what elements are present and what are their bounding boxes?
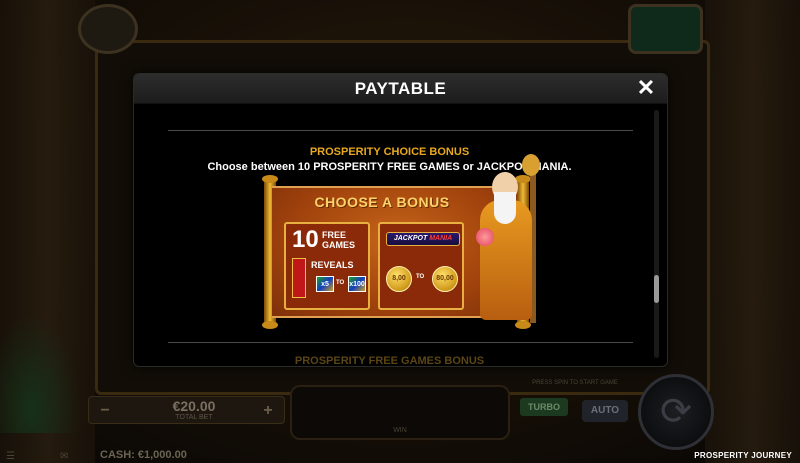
spin-button[interactable]: ⟳: [638, 374, 714, 450]
multiplier-to: TO: [336, 280, 345, 286]
multiplier-min: x5: [316, 276, 334, 292]
section-description: Choose between 10 PROSPERITY FREE GAMES …: [207, 161, 572, 173]
jackpot-mania-card: JACKPOT MANIA 8,00 TO 80,00: [378, 222, 464, 310]
bet-decrease-button[interactable]: −: [95, 401, 115, 421]
coin-to: TO: [416, 274, 425, 280]
menu-icon[interactable]: ☰: [6, 451, 15, 462]
bet-value: €20.00: [172, 398, 216, 414]
section-title: PROSPERITY CHOICE BONUS: [309, 146, 470, 158]
free-games-count: 10: [292, 226, 319, 253]
right-pillar: [705, 0, 800, 463]
peach-icon: [476, 228, 494, 246]
scrollbar-track[interactable]: [654, 110, 659, 358]
modal-header: PAYTABLE ✕: [134, 74, 667, 104]
jackpot-logo-a: JACKPOT: [393, 235, 428, 242]
jackpot-logo-b: MANIA: [429, 235, 453, 242]
game-name: PROSPERITY JOURNEY: [694, 451, 792, 460]
free-games-card: 10 FREE GAMES REVEALS x5 TO x100: [284, 222, 370, 310]
paytable-modal: PAYTABLE ✕ PROSPERITY CHOICE BONUS Choos…: [133, 73, 668, 367]
next-section-title: PROSPERITY FREE GAMES BONUS: [294, 355, 485, 367]
auto-button[interactable]: AUTO: [582, 400, 628, 422]
choose-bonus-title: CHOOSE A BONUS: [314, 194, 450, 210]
modal-title: PAYTABLE: [354, 79, 447, 98]
multiplier-max: x100: [348, 276, 366, 292]
jade-ornament-icon: [628, 4, 703, 54]
paytable-book-icon: [78, 4, 138, 54]
plant-decoration: [0, 313, 80, 433]
coin-max: 80,00: [432, 266, 458, 292]
scrollbar-thumb[interactable]: [654, 275, 659, 303]
divider: [168, 130, 633, 131]
lantern-icon: [292, 258, 306, 298]
turbo-button[interactable]: TURBO: [520, 398, 568, 416]
cash-balance: CASH: €1,000.00: [100, 449, 187, 461]
divider: [168, 342, 633, 343]
bet-label: TOTAL BET: [175, 414, 213, 421]
sound-icon[interactable]: ✉: [60, 451, 68, 462]
reveals-label: REVEALS: [311, 260, 354, 270]
bet-increase-button[interactable]: +: [258, 401, 278, 421]
status-message: PRESS SPIN TO START GAME: [532, 380, 618, 386]
gourd-icon: [522, 154, 540, 176]
win-display: WIN: [290, 385, 510, 440]
coin-min: 8,00: [386, 266, 412, 292]
win-label: WIN: [393, 427, 407, 434]
spin-icon: ⟳: [660, 391, 692, 433]
close-icon[interactable]: ✕: [635, 76, 657, 100]
bet-control: − €20.00 TOTAL BET +: [88, 396, 285, 424]
jackpot-mania-logo: JACKPOT MANIA: [386, 232, 460, 246]
sage-character: [470, 154, 540, 330]
free-games-label: FREE GAMES: [322, 230, 356, 250]
sage-beard: [494, 192, 516, 224]
choose-bonus-image: CHOOSE A BONUS 10 FREE GAMES REVEALS x5 …: [262, 154, 540, 329]
